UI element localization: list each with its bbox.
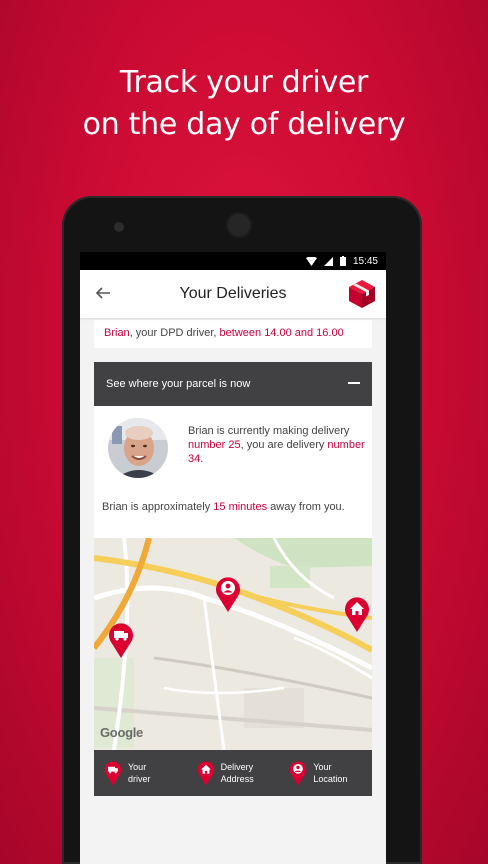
- phone-screen: 15:45 Your Deliveries Brian, your DPD dr…: [80, 252, 386, 864]
- parcel-location-header[interactable]: See where your parcel is now: [94, 362, 372, 406]
- phone-camera: [228, 214, 250, 236]
- van-pin-icon: [104, 761, 122, 786]
- van-pin-icon[interactable]: [108, 622, 134, 658]
- tracking-map[interactable]: Google: [94, 538, 372, 750]
- legend-delivery-address[interactable]: Delivery Address: [187, 760, 280, 786]
- home-pin-icon[interactable]: [344, 596, 370, 632]
- driver-status-card: Brian is currently making delivery numbe…: [94, 406, 372, 538]
- page-title: Your Deliveries: [179, 285, 287, 302]
- person-pin-icon: [290, 761, 307, 786]
- phone-speaker: [114, 222, 124, 232]
- google-attribution: Google: [100, 725, 143, 740]
- legend-your-driver[interactable]: Your driver: [94, 760, 187, 786]
- legend-label: Your driver: [128, 762, 151, 784]
- delivery-window-time: between 14.00 and 16.00: [219, 327, 344, 339]
- driver-name: Brian: [104, 327, 130, 339]
- driver-person-pin-icon[interactable]: [215, 576, 241, 612]
- phone-frame: 15:45 Your Deliveries Brian, your DPD dr…: [62, 196, 422, 864]
- minus-icon[interactable]: [348, 382, 360, 384]
- status-time: 15:45: [352, 255, 378, 267]
- status-bar: 15:45: [80, 252, 386, 270]
- battery-icon: [339, 256, 346, 266]
- avatar: [108, 418, 168, 478]
- app-bar: Your Deliveries: [80, 270, 386, 318]
- eta-minutes: 15 minutes: [213, 501, 268, 513]
- home-pin-icon: [197, 761, 214, 786]
- headline: Track your driver on the day of delivery: [0, 62, 488, 146]
- dpd-cube-logo: [349, 280, 375, 308]
- wifi-icon: [305, 256, 317, 266]
- current-delivery-number: number 25: [188, 439, 241, 451]
- headline-line-1: Track your driver: [119, 65, 369, 100]
- legend-your-location[interactable]: Your Location: [279, 760, 372, 786]
- signal-icon: [323, 256, 333, 266]
- headline-line-2: on the day of delivery: [82, 107, 406, 142]
- legend-label: Delivery Address: [220, 762, 254, 784]
- driver-status-text: Brian is currently making delivery numbe…: [188, 425, 365, 465]
- map-tiles: [94, 538, 372, 750]
- driver-role-text: , your DPD driver,: [129, 327, 220, 339]
- legend-label: Your Location: [313, 762, 348, 784]
- section-title: See where your parcel is now: [106, 378, 251, 390]
- map-legend-bar: Your driver Delivery Address Your Locati…: [94, 750, 372, 796]
- eta-text: Brian is approximately 15 minutes away f…: [102, 501, 345, 513]
- delivery-window-card: Brian, your DPD driver, between 14.00 an…: [94, 320, 372, 348]
